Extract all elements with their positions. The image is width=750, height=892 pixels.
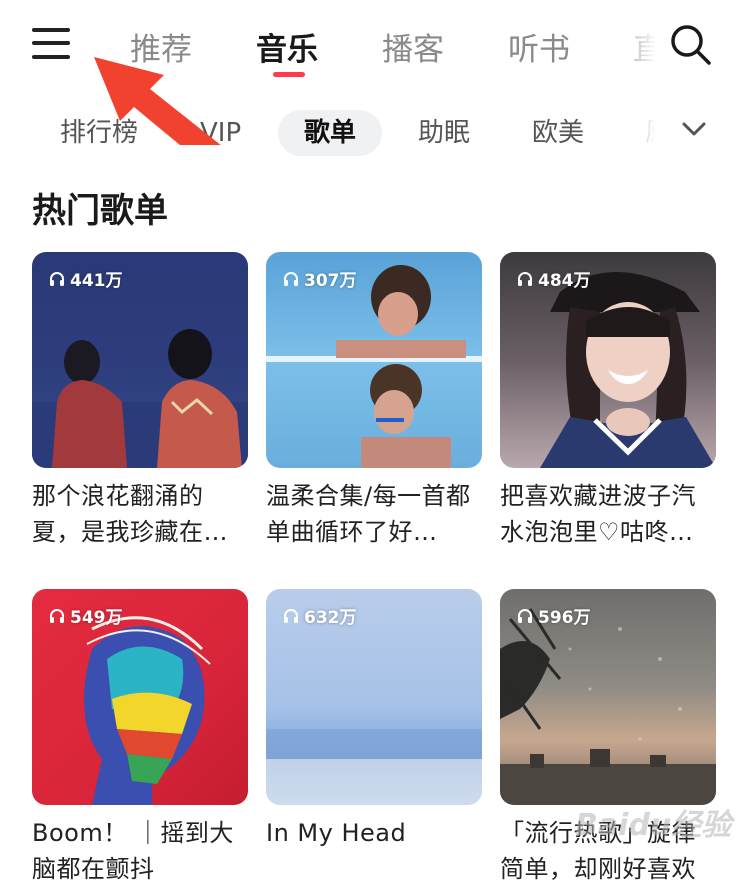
tab-recommend[interactable]: 推荐	[130, 24, 192, 69]
play-count: 307万	[282, 266, 357, 291]
play-count-value: 484万	[538, 271, 591, 291]
subtab-charts[interactable]: 排行榜	[60, 110, 138, 156]
play-count: 596万	[516, 603, 591, 628]
playlist-card[interactable]: 441万 那个浪花翻涌的夏，是我珍藏在…	[32, 252, 248, 550]
play-count: 441万	[48, 266, 123, 291]
play-count-value: 549万	[70, 608, 123, 628]
playlist-cover: 549万	[32, 589, 248, 805]
playlist-card[interactable]: 632万 In My Head	[266, 589, 482, 851]
top-nav: 推荐 音乐 播客 听书 直	[0, 0, 750, 95]
active-tab-indicator	[273, 72, 305, 77]
tab-fade	[610, 15, 665, 75]
playlist-cover: 307万	[266, 252, 482, 468]
subtab-fade	[600, 110, 680, 156]
playlist-title: Boom！ ｜摇到大脑都在颤抖	[32, 819, 234, 883]
menu-icon[interactable]	[32, 28, 70, 60]
watermark: Baidu经验	[575, 808, 732, 843]
play-count: 549万	[48, 603, 123, 628]
subtab-playlists[interactable]: 歌单	[278, 110, 383, 156]
playlist-title: 温柔合集/每一首都单曲循环了好…	[266, 482, 471, 546]
headphones-icon	[284, 608, 298, 623]
playlist-cover: 484万	[500, 252, 716, 468]
playlist-title: In My Head	[266, 819, 407, 847]
playlist-card[interactable]: 307万 温柔合集/每一首都单曲循环了好…	[266, 252, 482, 550]
tab-music[interactable]: 音乐	[256, 24, 318, 69]
headphones-icon	[50, 608, 64, 623]
section-title: 热门歌单	[32, 191, 168, 231]
tab-podcast[interactable]: 播客	[382, 24, 444, 69]
play-count: 484万	[516, 266, 591, 291]
playlist-card[interactable]: 484万 把喜欢藏进波子汽水泡泡里♡咕咚…	[500, 252, 716, 550]
subtab-western[interactable]: 欧美	[532, 110, 584, 156]
play-count-value: 441万	[70, 271, 123, 291]
sub-tabs: 排行榜 VIP 歌单 助眠 欧美 原	[0, 100, 750, 160]
playlist-card[interactable]: 549万 Boom！ ｜摇到大脑都在颤抖	[32, 589, 248, 887]
play-count-value: 596万	[538, 608, 591, 628]
playlist-title: 那个浪花翻涌的夏，是我珍藏在…	[32, 482, 228, 546]
playlist-cover: 632万	[266, 589, 482, 805]
play-count-value: 632万	[304, 608, 357, 628]
subtab-sleep[interactable]: 助眠	[418, 110, 470, 156]
headphones-icon	[50, 271, 64, 286]
headphones-icon	[518, 608, 532, 623]
headphones-icon	[284, 271, 298, 286]
playlist-cover: 441万	[32, 252, 248, 468]
play-count-value: 307万	[304, 271, 357, 291]
subtab-vip[interactable]: VIP	[200, 110, 241, 156]
playlist-title: 把喜欢藏进波子汽水泡泡里♡咕咚…	[500, 482, 696, 546]
search-icon[interactable]	[668, 22, 712, 66]
chevron-down-icon[interactable]	[680, 118, 708, 140]
play-count: 632万	[282, 603, 357, 628]
tab-audiobook[interactable]: 听书	[508, 24, 570, 69]
headphones-icon	[518, 271, 532, 286]
playlist-cover: 596万	[500, 589, 716, 805]
